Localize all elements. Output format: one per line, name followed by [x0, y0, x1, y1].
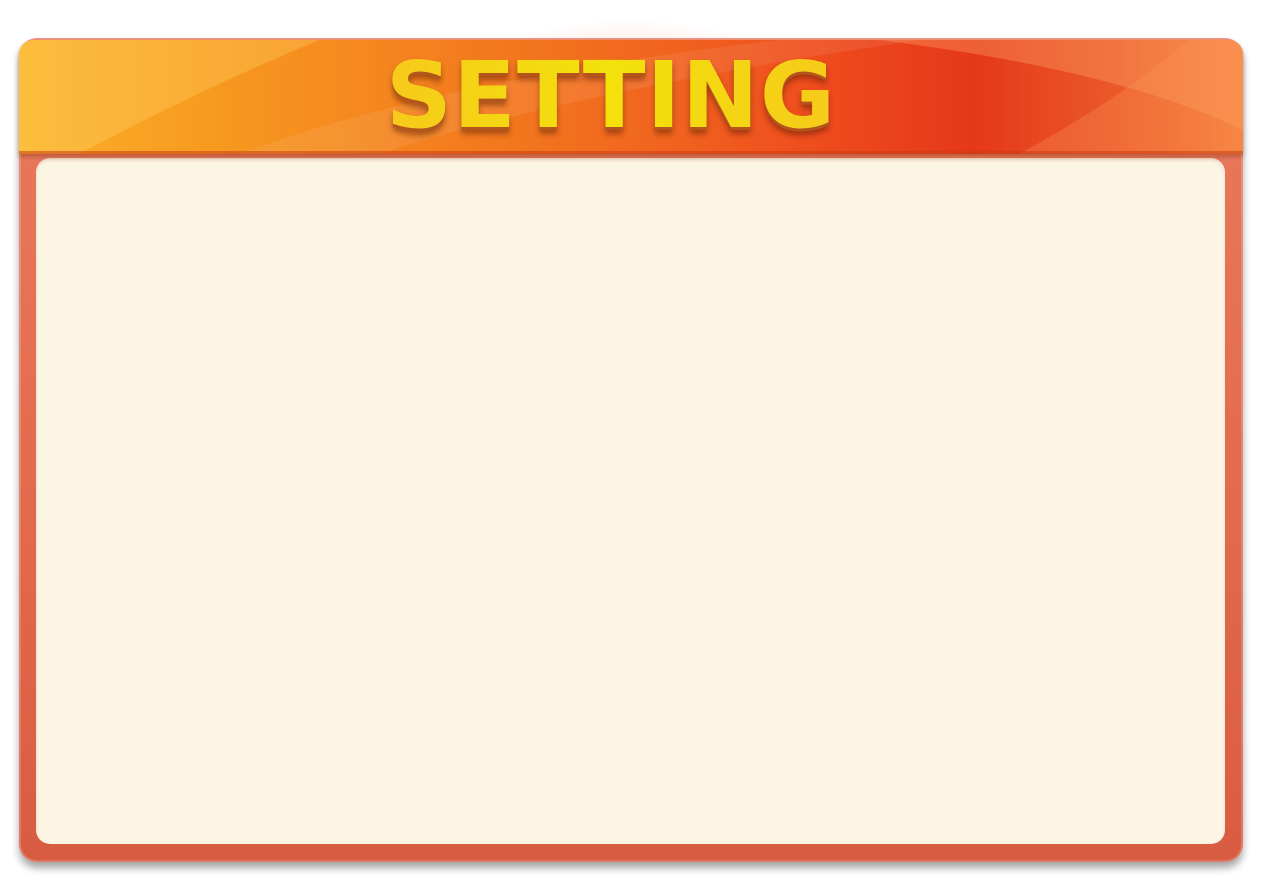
settings-content-area	[36, 158, 1225, 844]
settings-screen: SETTING	[0, 0, 1262, 876]
page-title: SETTING	[0, 46, 1222, 146]
settings-panel-frame	[19, 38, 1243, 862]
banner-bottom-edge	[19, 151, 1243, 154]
